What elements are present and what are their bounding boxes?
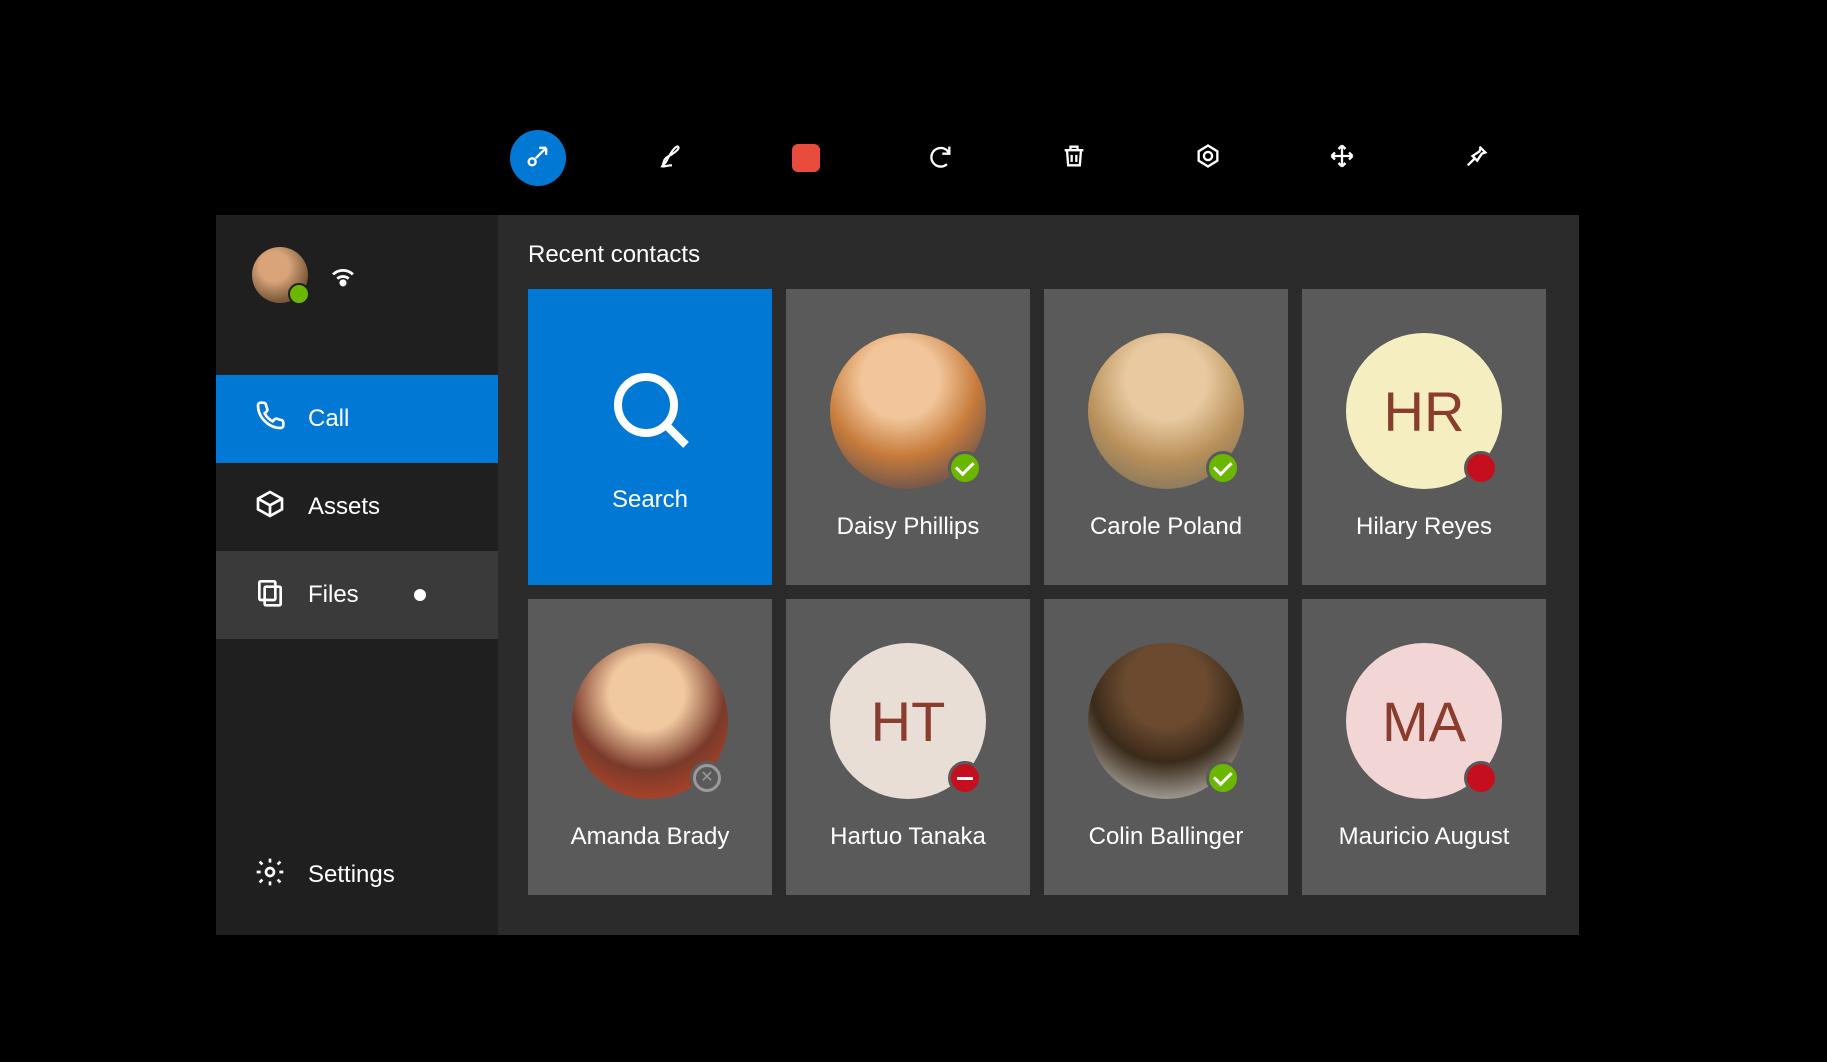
user-avatar — [252, 247, 308, 303]
trash-icon — [1060, 142, 1088, 175]
profile-area[interactable] — [216, 215, 498, 335]
toolbar-collapse-button[interactable] — [510, 130, 566, 186]
contact-avatar: HT — [830, 643, 986, 799]
aperture-icon — [1194, 142, 1222, 175]
files-icon — [254, 576, 286, 615]
contact-name: Hilary Reyes — [1356, 513, 1492, 541]
connection-icon — [326, 256, 360, 295]
sidebar-item-label: Files — [308, 581, 359, 609]
main-content: Recent contacts Search Daisy Phillips — [498, 215, 1579, 935]
toolbar-delete-button[interactable] — [1046, 130, 1102, 186]
sidebar-item-settings[interactable]: Settings — [216, 831, 498, 919]
presence-offline-icon — [690, 761, 724, 795]
sidebar-item-assets[interactable]: Assets — [216, 463, 498, 551]
contact-tile[interactable]: Daisy Phillips — [786, 289, 1030, 585]
presence-busy-icon — [1464, 451, 1498, 485]
presence-available-icon — [1206, 761, 1240, 795]
contact-name: Hartuo Tanaka — [830, 823, 986, 851]
sidebar: Call Assets Files — [216, 215, 498, 935]
contacts-grid: Search Daisy Phillips Carole Poland HR — [528, 289, 1549, 895]
toolbar-pin-button[interactable] — [1448, 130, 1504, 186]
contact-name: Colin Ballinger — [1089, 823, 1244, 851]
toolbar-stop-button[interactable] — [778, 130, 834, 186]
contact-avatar — [572, 643, 728, 799]
sidebar-item-files[interactable]: Files — [216, 551, 498, 639]
contact-tile[interactable]: HR Hilary Reyes — [1302, 289, 1546, 585]
presence-dnd-icon — [948, 761, 982, 795]
toolbar-ink-button[interactable] — [644, 130, 700, 186]
system-toolbar — [510, 130, 1504, 186]
presence-available-icon — [948, 451, 982, 485]
contact-avatar: HR — [1346, 333, 1502, 489]
notification-dot — [414, 589, 426, 601]
stop-icon — [792, 144, 820, 172]
search-icon — [602, 361, 698, 462]
tile-label: Search — [612, 486, 688, 514]
contact-avatar — [1088, 333, 1244, 489]
contact-avatar: MA — [1346, 643, 1502, 799]
contact-name: Daisy Phillips — [837, 513, 980, 541]
gear-icon — [254, 856, 286, 895]
section-title: Recent contacts — [528, 241, 1549, 269]
contact-tile[interactable]: HT Hartuo Tanaka — [786, 599, 1030, 895]
toolbar-aperture-button[interactable] — [1180, 130, 1236, 186]
contact-name: Mauricio August — [1339, 823, 1510, 851]
pen-icon — [658, 142, 686, 175]
presence-available-icon — [1206, 451, 1240, 485]
sidebar-item-label: Call — [308, 405, 349, 433]
undo-icon — [926, 142, 954, 175]
sidebar-nav: Call Assets Files — [216, 375, 498, 639]
sidebar-item-label: Assets — [308, 493, 380, 521]
contact-initials: HR — [1384, 379, 1465, 444]
toolbar-undo-button[interactable] — [912, 130, 968, 186]
search-tile[interactable]: Search — [528, 289, 772, 585]
app-window: Call Assets Files — [216, 215, 1579, 935]
contact-tile[interactable]: Amanda Brady — [528, 599, 772, 895]
contact-name: Carole Poland — [1090, 513, 1242, 541]
collapse-icon — [524, 142, 552, 175]
sidebar-item-call[interactable]: Call — [216, 375, 498, 463]
phone-icon — [254, 400, 286, 439]
contact-avatar — [830, 333, 986, 489]
pin-icon — [1462, 142, 1490, 175]
contact-tile[interactable]: Carole Poland — [1044, 289, 1288, 585]
contact-tile[interactable]: Colin Ballinger — [1044, 599, 1288, 895]
toolbar-move-button[interactable] — [1314, 130, 1370, 186]
contact-avatar — [1088, 643, 1244, 799]
move-icon — [1328, 142, 1356, 175]
sidebar-item-label: Settings — [308, 861, 395, 889]
box-icon — [254, 488, 286, 527]
contact-initials: MA — [1382, 689, 1466, 754]
presence-busy-icon — [1464, 761, 1498, 795]
contact-name: Amanda Brady — [571, 823, 730, 851]
contact-tile[interactable]: MA Mauricio August — [1302, 599, 1546, 895]
contact-initials: HT — [871, 689, 946, 754]
